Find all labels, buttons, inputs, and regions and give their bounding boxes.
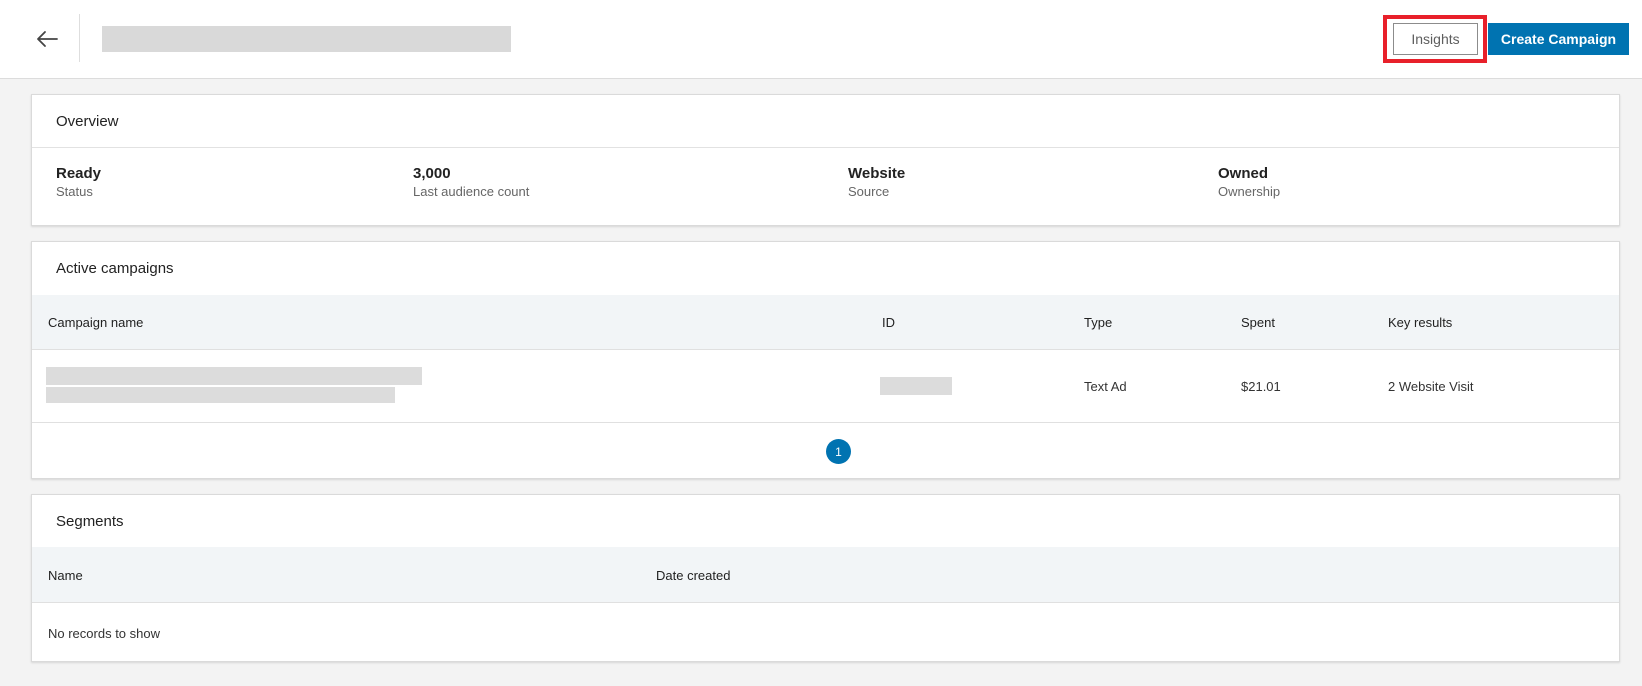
stat-label: Status: [56, 184, 93, 199]
column-header-key-results[interactable]: Key results: [1388, 315, 1452, 330]
stat-value: Ready: [56, 165, 102, 182]
stat-value: 3,000: [413, 165, 451, 182]
column-header-spent[interactable]: Spent: [1241, 315, 1275, 330]
create-campaign-button[interactable]: Create Campaign: [1488, 23, 1629, 55]
segments-card: Segments Name Date created No records to…: [31, 494, 1620, 662]
stat-status: Ready Status: [56, 165, 101, 199]
active-campaigns-title: Active campaigns: [56, 260, 174, 277]
stat-audience-count: 3,000 Last audience count: [413, 165, 529, 199]
header-divider: [79, 14, 80, 62]
column-header-type[interactable]: Type: [1084, 315, 1112, 330]
overview-card: Overview Ready Status 3,000 Last audienc…: [31, 94, 1620, 226]
stat-source: Website Source: [848, 165, 905, 199]
overview-divider: [32, 147, 1619, 148]
campaign-type: Text Ad: [1084, 379, 1127, 394]
overview-title: Overview: [56, 113, 119, 130]
column-header-id[interactable]: ID: [882, 315, 895, 330]
stat-value: Owned: [1218, 165, 1269, 182]
active-campaigns-card: Active campaigns Campaign name ID Type S…: [31, 241, 1620, 479]
campaign-id-redacted: [880, 377, 952, 395]
column-header-date-created[interactable]: Date created: [656, 568, 730, 583]
stat-label: Ownership: [1218, 184, 1281, 199]
campaign-spent: $21.01: [1241, 379, 1281, 394]
empty-state-message: No records to show: [48, 626, 160, 641]
arrow-left-icon: [37, 31, 58, 47]
campaign-key-results: 2 Website Visit: [1388, 379, 1474, 394]
campaign-name-redacted-line2: [46, 387, 395, 403]
table-row[interactable]: Text Ad $21.01 2 Website Visit: [32, 350, 1619, 423]
campaigns-table-header: Campaign name ID Type Spent Key results: [32, 295, 1619, 350]
campaign-name-redacted[interactable]: [46, 367, 422, 385]
segments-table-header: Name Date created: [32, 547, 1619, 603]
stat-label: Last audience count: [413, 184, 530, 199]
segments-title: Segments: [56, 513, 124, 530]
top-bar: Insights Create Campaign: [0, 0, 1642, 79]
stat-label: Source: [848, 184, 890, 199]
stat-value: Website: [848, 165, 906, 182]
audience-title-redacted: [102, 26, 511, 52]
column-header-campaign-name[interactable]: Campaign name: [48, 315, 143, 330]
insights-button[interactable]: Insights: [1393, 23, 1478, 55]
back-button[interactable]: [30, 22, 64, 56]
column-header-name[interactable]: Name: [48, 568, 83, 583]
stat-ownership: Owned Ownership: [1218, 165, 1280, 199]
pagination-page-button[interactable]: 1: [826, 439, 851, 464]
